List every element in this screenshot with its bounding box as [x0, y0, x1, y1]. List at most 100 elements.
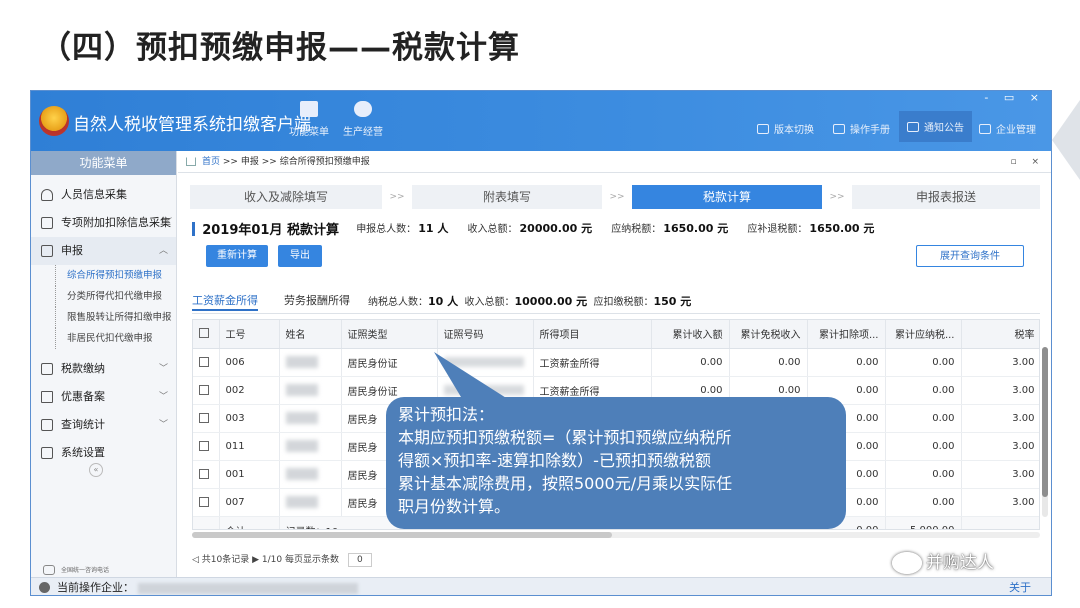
about-link[interactable]: 关于	[1009, 578, 1031, 595]
sidebar-subitem-nonresident[interactable]: 非居民代扣代缴申报	[31, 328, 176, 349]
sidebar-item-tax-payment[interactable]: 税款缴纳 ﹀	[31, 355, 176, 383]
watermark: 并购达人	[892, 548, 994, 574]
col-header-item[interactable]: 所得项目	[533, 320, 652, 349]
tax-label: 应纳税额：	[611, 223, 662, 235]
decorative-chevron	[1052, 100, 1080, 180]
col-header-idnum[interactable]: 证照号码	[437, 320, 534, 349]
database-icon	[354, 101, 372, 117]
checkbox-icon	[199, 384, 209, 395]
recalculate-button[interactable]: 重新计算	[206, 245, 268, 267]
cell-cum-taxable: 0.00	[885, 376, 962, 405]
cell-id: 011	[219, 432, 280, 461]
total-dash: --	[193, 516, 220, 529]
version-switch-button[interactable]: 版本切换	[757, 121, 814, 136]
notice-label: 通知公告	[924, 123, 964, 134]
export-button[interactable]: 导出	[278, 245, 322, 267]
breadcrumb-separator: >>	[222, 157, 238, 167]
step-income[interactable]: 收入及减除填写	[190, 185, 382, 209]
redacted-enterprise	[138, 582, 358, 594]
sidebar-item-personnel[interactable]: 人员信息采集	[31, 181, 176, 209]
table-row[interactable]: 006 居民身份证 工资薪金所得 0.00 0.00 0.00 0.00 3.00	[193, 348, 1039, 377]
sidebar-item-label: 查询统计	[61, 418, 105, 431]
col-header-cum-deduct[interactable]: 累计扣除项...	[807, 320, 886, 349]
checkbox-icon	[199, 328, 209, 339]
sidebar-collapse-button[interactable]: «	[89, 463, 103, 477]
row-checkbox[interactable]	[193, 376, 220, 405]
person-icon	[41, 189, 53, 201]
app-name: 自然人税收管理系统扣缴客户端	[73, 115, 311, 135]
expand-query-button[interactable]: 展开查询条件	[916, 245, 1024, 267]
row-checkbox[interactable]	[193, 404, 220, 433]
business-ops-button[interactable]: 生产经营	[335, 101, 391, 138]
income-value: 20000.00 元	[519, 221, 593, 235]
sidebar-item-label: 申报	[61, 244, 83, 257]
sidebar-item-declare[interactable]: 申报 ︿	[31, 237, 176, 265]
cell-item: 工资薪金所得	[533, 348, 652, 377]
sidebar-item-special-deduction[interactable]: 专项附加扣除信息采集 ﹀	[31, 209, 176, 237]
cell-rate: 3.00	[961, 460, 1039, 489]
row-checkbox[interactable]	[193, 348, 220, 377]
scroll-thumb[interactable]	[1042, 347, 1048, 497]
enterprise-button[interactable]: 企业管理	[979, 121, 1036, 136]
tax-people-value: 10 人	[428, 295, 459, 308]
pager-text[interactable]: ◁ 共10条记录 ▶ 1/10 每页显示条数	[192, 555, 339, 565]
row-checkbox[interactable]	[193, 432, 220, 461]
sidebar-item-settings[interactable]: 系统设置	[31, 439, 176, 467]
col-header-idtype[interactable]: 证照类型	[341, 320, 438, 349]
col-header-cum-exempt[interactable]: 累计免税收入	[729, 320, 808, 349]
wechat-icon	[892, 552, 922, 574]
sidebar-item-label: 人员信息采集	[61, 188, 127, 201]
cell-cum-taxable: 0.00	[885, 404, 962, 433]
tab-service[interactable]: 劳务报酬所得	[284, 291, 350, 311]
sidebar-subitem-classified[interactable]: 分类所得代扣代缴申报	[31, 286, 176, 307]
manual-button[interactable]: 操作手册	[833, 121, 890, 136]
scroll-thumb[interactable]	[192, 532, 612, 538]
table-header-row: 工号 姓名 证照类型 证照号码 所得项目 累计收入额 累计免税收入 累计扣除项.…	[193, 320, 1039, 349]
step-tax-calc[interactable]: 税款计算	[632, 185, 822, 209]
tax-value: 1650.00 元	[663, 221, 729, 235]
sidebar-item-preferential[interactable]: 优惠备案 ﹀	[31, 383, 176, 411]
col-header-rate[interactable]: 税率	[961, 320, 1039, 349]
panel-controls[interactable]: ▫ ×	[1010, 151, 1045, 173]
current-enterprise-label: 当前操作企业：	[57, 581, 134, 594]
tax-emblem-icon	[39, 106, 69, 136]
step-bar: 收入及减除填写 >> 附表填写 >> 税款计算 >> 申报表报送	[190, 185, 1040, 209]
cell-id: 001	[219, 460, 280, 489]
function-menu-button[interactable]: 功能菜单	[281, 101, 337, 138]
pagination: ◁ 共10条记录 ▶ 1/10 每页显示条数 0	[192, 552, 372, 567]
step-separator: >>	[609, 192, 625, 202]
step-schedule[interactable]: 附表填写	[412, 185, 602, 209]
chevron-down-icon: ﹀	[158, 420, 168, 430]
page-size-input[interactable]: 0	[347, 553, 372, 567]
redacted-value	[285, 412, 318, 424]
row-checkbox[interactable]	[193, 460, 220, 489]
notice-button[interactable]: 通知公告	[899, 111, 972, 142]
col-header-id[interactable]: 工号	[219, 320, 280, 349]
cell-name-redacted	[279, 404, 342, 433]
tab-salary[interactable]: 工资薪金所得	[192, 291, 258, 311]
cell-cum-exempt: 0.00	[729, 348, 808, 377]
col-header-cum-income[interactable]: 累计收入额	[651, 320, 730, 349]
breadcrumb-level1[interactable]: 申报	[241, 157, 259, 167]
row-checkbox[interactable]	[193, 488, 220, 517]
col-header-cum-taxable[interactable]: 累计应纳税...	[885, 320, 962, 349]
phone-icon	[43, 565, 55, 575]
col-header-name[interactable]: 姓名	[279, 320, 342, 349]
cell-rate: 3.00	[961, 404, 1039, 433]
cell-idnum-redacted	[437, 348, 534, 377]
breadcrumb-home[interactable]: 首页	[202, 157, 220, 167]
horizontal-scrollbar[interactable]	[192, 532, 1040, 538]
cell-rate: 3.00	[961, 376, 1039, 405]
step-submit[interactable]: 申报表报送	[852, 185, 1040, 209]
period-title: 2019年01月 税款计算	[202, 223, 339, 238]
cell-cum-deduct: 0.00	[807, 348, 886, 377]
cell-rate: 3.00	[961, 432, 1039, 461]
select-all-checkbox[interactable]	[193, 320, 220, 349]
sidebar-subitem-restricted-shares[interactable]: 限售股转让所得扣缴申报	[31, 307, 176, 328]
sidebar-item-query[interactable]: 查询统计 ﹀	[31, 411, 176, 439]
sidebar-subitem-comprehensive[interactable]: 综合所得预扣预缴申报	[31, 265, 176, 286]
window-controls[interactable]: - ▭ ×	[984, 91, 1045, 104]
income-label: 收入总额：	[467, 223, 518, 235]
vertical-scrollbar[interactable]	[1042, 347, 1048, 517]
cell-name-redacted	[279, 488, 342, 517]
